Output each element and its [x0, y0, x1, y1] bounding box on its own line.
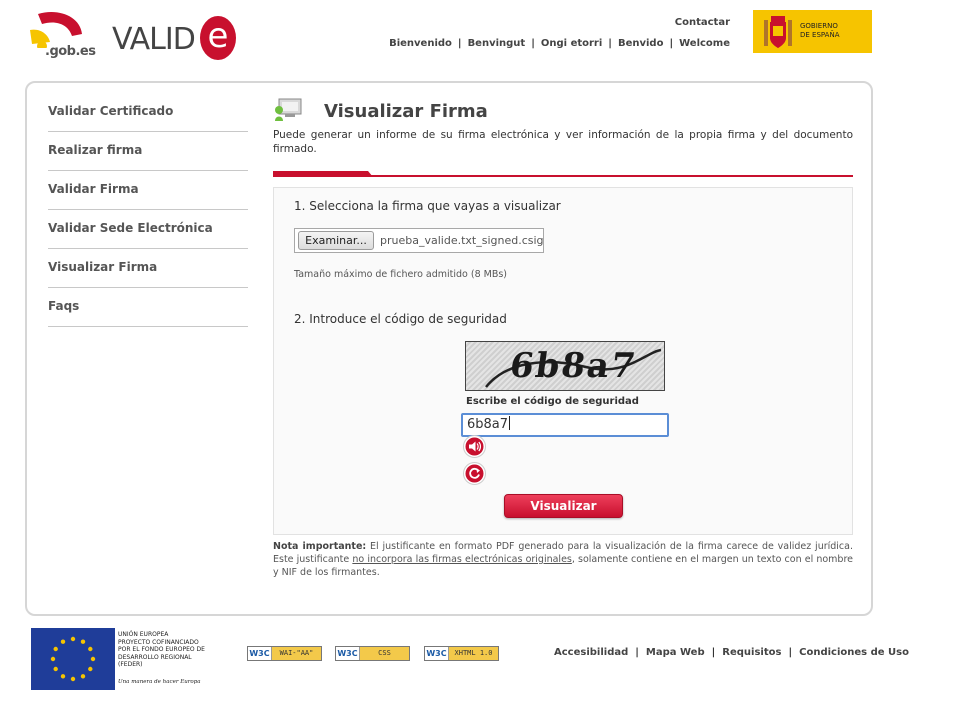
- refresh-icon: [465, 464, 484, 483]
- footer-link-mapa-web[interactable]: Mapa Web: [646, 647, 705, 658]
- step1-label: 1. Selecciona la firma que vayas a visua…: [294, 199, 561, 213]
- valide-logo[interactable]: VALID e: [112, 14, 242, 62]
- w3c-logo: W3C: [248, 647, 272, 660]
- w3c-logo: W3C: [336, 647, 360, 660]
- page-intro: Puede generar un informe de su firma ele…: [273, 129, 853, 155]
- note-link[interactable]: no incorpora las firmas electrónicas ori…: [352, 554, 572, 565]
- sidebar-item-visualizar-firma[interactable]: Visualizar Firma: [48, 249, 248, 288]
- text-caret: [509, 416, 511, 430]
- selected-file-name: prueba_valide.txt_signed.csig: [380, 234, 543, 247]
- lang-eu[interactable]: Ongi etorri: [541, 38, 602, 49]
- lang-es[interactable]: Bienvenido: [389, 38, 452, 49]
- captcha-label: Escribe el código de seguridad: [466, 396, 639, 407]
- badge-label: XHTML 1.0: [449, 647, 498, 660]
- lang-gl[interactable]: Benvido: [618, 38, 664, 49]
- contact-link[interactable]: Contactar: [675, 17, 730, 28]
- captcha-input-value: 6b8a7: [467, 417, 509, 432]
- eu-text-line: PROYECTO COFINANCIADO: [118, 638, 199, 646]
- eu-flag-icon: [31, 628, 115, 690]
- visualizar-button[interactable]: Visualizar: [504, 494, 623, 518]
- footer-link-accesibilidad[interactable]: Accesibilidad: [554, 647, 628, 658]
- lang-en[interactable]: Welcome: [679, 38, 730, 49]
- title-row: Visualizar Firma: [273, 95, 853, 125]
- separator: |: [457, 38, 462, 49]
- refresh-captcha-button[interactable]: [463, 462, 486, 485]
- w3c-logo: W3C: [425, 647, 449, 660]
- sidebar-item-realizar-firma[interactable]: Realizar firma: [48, 132, 248, 171]
- gob-es-logo-mark: [30, 12, 82, 48]
- note-title: Nota importante:: [273, 541, 367, 552]
- section-divider-tab: [273, 171, 373, 177]
- browse-button[interactable]: Examinar...: [298, 231, 374, 250]
- section-divider: [273, 171, 853, 177]
- captcha-image: 6b8a7: [465, 341, 665, 391]
- badge-label: CSS: [360, 647, 409, 660]
- separator: |: [669, 38, 674, 49]
- sidebar-item-validar-sede[interactable]: Validar Sede Electrónica: [48, 210, 248, 249]
- eu-text: UNIÓN EUROPEA PROYECTO COFINANCIADO POR …: [118, 631, 205, 669]
- sidebar-item-faqs[interactable]: Faqs: [48, 288, 248, 327]
- w3c-wai-aa-badge[interactable]: W3C WAI-"AA": [247, 646, 322, 661]
- badge-label: WAI-"AA": [272, 647, 321, 660]
- eu-text-line: POR EL FONDO EUROPEO DE: [118, 646, 205, 653]
- sidebar-nav: Validar Certificado Realizar firma Valid…: [48, 93, 248, 327]
- eu-text-line: DESARROLLO REGIONAL: [118, 653, 192, 661]
- gobierno-label: GOBIERNO DE ESPAÑA: [800, 22, 840, 40]
- valide-logo-e: e: [200, 16, 236, 60]
- gob-es-logo[interactable]: .gob.es: [28, 8, 100, 62]
- language-selector: Bienvenido | Benvingut | Ongi etorri | Benv…: [389, 38, 730, 49]
- separator: |: [531, 38, 535, 49]
- captcha-input[interactable]: 6b8a7: [461, 413, 669, 437]
- sidebar-item-validar-firma[interactable]: Validar Firma: [48, 171, 248, 210]
- footer-link-requisitos[interactable]: Requisitos: [722, 647, 781, 658]
- page-title: Visualizar Firma: [324, 101, 488, 122]
- gobierno-label-line-2: DE ESPAÑA: [800, 31, 840, 39]
- content-area: Visualizar Firma Puede generar un inform…: [273, 95, 853, 177]
- eu-feder-logo: UNIÓN EUROPEA PROYECTO COFINANCIADO POR …: [31, 628, 211, 691]
- eu-tagline: Una manera de hacer Europa: [118, 679, 201, 685]
- visualize-signature-icon: [275, 98, 302, 121]
- audio-captcha-button[interactable]: [463, 435, 486, 458]
- footer-links: Accesibilidad | Mapa Web | Requisitos | Con…: [554, 647, 909, 658]
- file-input[interactable]: Examinar... prueba_valide.txt_signed.csi…: [294, 228, 544, 253]
- eu-text-line: UNIÓN EUROPEA: [118, 631, 169, 638]
- gobierno-label-line-1: GOBIERNO: [800, 22, 838, 30]
- w3c-css-badge[interactable]: W3C CSS: [335, 646, 410, 661]
- lang-ca[interactable]: Benvingut: [468, 38, 526, 49]
- captcha-text: 6b8a7: [507, 346, 640, 386]
- max-size-hint: Tamaño máximo de fichero admitido (8 MBs…: [294, 269, 508, 280]
- gob-es-logo-text: .gob.es: [45, 44, 96, 59]
- important-note: Nota importante: El justificante en form…: [273, 540, 853, 579]
- signature-form: 1. Selecciona la firma que vayas a visua…: [273, 187, 853, 535]
- separator: |: [608, 38, 612, 49]
- w3c-xhtml-badge[interactable]: W3C XHTML 1.0: [424, 646, 499, 661]
- step2-label: 2. Introduce el código de seguridad: [294, 312, 507, 326]
- valide-logo-text: VALID: [112, 22, 196, 57]
- spain-coat-of-arms-icon: [764, 16, 792, 48]
- sidebar-item-validar-certificado[interactable]: Validar Certificado: [48, 93, 248, 132]
- eu-text-line: (FEDER): [118, 661, 143, 668]
- separator: |: [635, 647, 639, 658]
- separator: |: [711, 647, 716, 658]
- footer-link-condiciones[interactable]: Condiciones de Uso: [799, 647, 909, 658]
- gobierno-espana-logo[interactable]: GOBIERNO DE ESPAÑA: [753, 10, 872, 53]
- separator: |: [788, 647, 793, 658]
- speaker-icon: [465, 437, 484, 456]
